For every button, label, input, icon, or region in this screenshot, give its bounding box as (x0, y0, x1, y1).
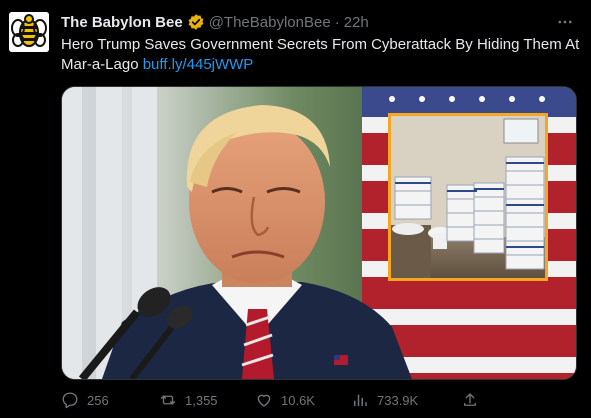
action-bar: 256 1,355 10.6K 733.9K (61, 388, 491, 412)
tweet-media[interactable] (61, 86, 577, 380)
more-options-button[interactable] (555, 12, 575, 32)
author-name[interactable]: The Babylon Bee (61, 14, 183, 31)
retweet-icon (160, 395, 176, 405)
avatar[interactable] (9, 12, 49, 52)
tweet-header: The Babylon Bee @TheBabylonBee · 22h (61, 12, 531, 32)
babylon-bee-logo-icon (9, 12, 49, 52)
view-count: 733.9K (377, 392, 419, 408)
timestamp[interactable]: 22h (344, 14, 369, 31)
more-horizontal-icon (558, 20, 572, 24)
tweet-link[interactable]: buff.ly/445jWWP (143, 56, 254, 73)
tweet[interactable]: The Babylon Bee @TheBabylonBee · 22h Her… (0, 0, 591, 418)
retweet-count: 1,355 (185, 392, 218, 408)
views-chart-icon (354, 394, 367, 406)
share-icon (464, 393, 476, 406)
verified-badge-icon[interactable] (187, 13, 205, 31)
share-button[interactable] (461, 391, 491, 409)
like-button[interactable]: 10.6K (255, 391, 351, 409)
heart-icon (257, 394, 271, 407)
tweet-text-content: Hero Trump Saves Government Secrets From… (61, 36, 580, 73)
media-image (62, 87, 576, 379)
reply-icon (62, 392, 78, 409)
retweet-button[interactable]: 1,355 (159, 391, 255, 409)
tweet-text: Hero Trump Saves Government Secrets From… (61, 35, 581, 75)
reply-count: 256 (87, 392, 109, 408)
separator-dot: · (334, 13, 340, 31)
like-count: 10.6K (281, 392, 315, 408)
reply-button[interactable]: 256 (61, 391, 159, 409)
author-handle[interactable]: @TheBabylonBee (209, 14, 331, 31)
views-button[interactable]: 733.9K (351, 391, 461, 409)
